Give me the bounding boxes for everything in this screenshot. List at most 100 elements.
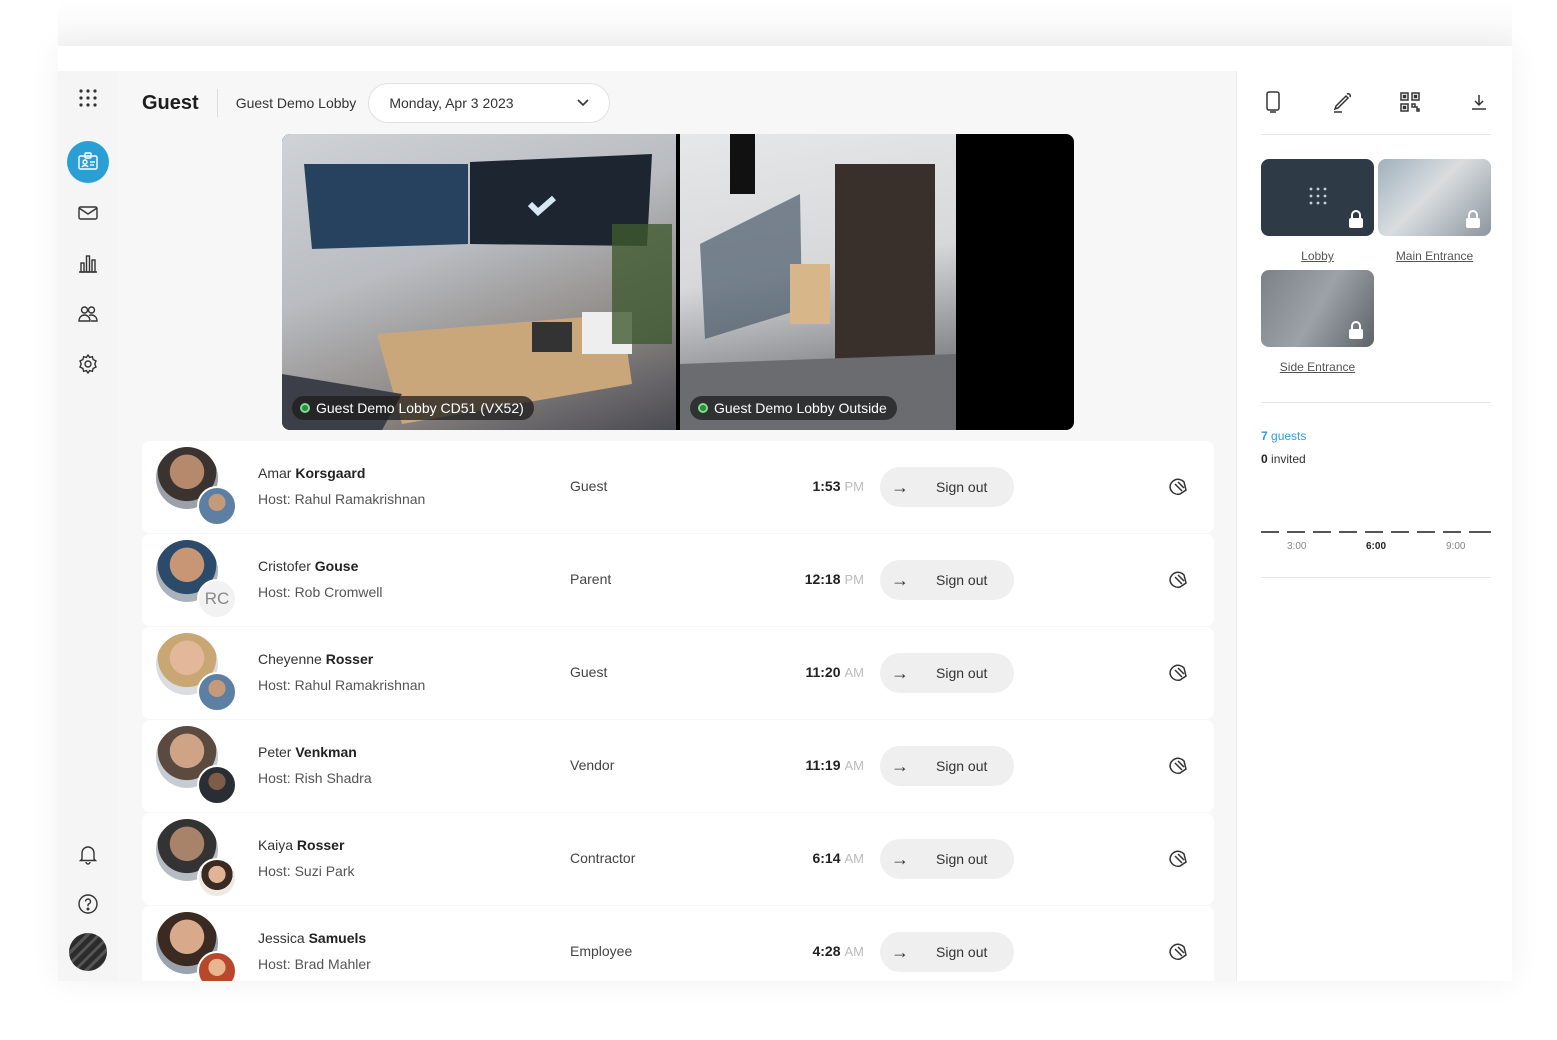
visitor-row[interactable]: Peter Venkman Host: Rish Shadra Vendor 1… <box>142 720 1214 812</box>
guests-count[interactable]: 7 guests <box>1261 429 1306 443</box>
badge-tag-icon[interactable] <box>1166 568 1190 592</box>
camera-feed-outside[interactable]: Guest Demo Lobby Outside <box>680 134 956 430</box>
visitor-row[interactable]: RC Cristofer Gouse Host: Rob Cromwell Pa… <box>142 534 1214 626</box>
visitor-host: Host: Brad Mahler <box>258 956 371 972</box>
visitor-name: Amar Korsgaard <box>258 465 366 481</box>
door-tile-lobby[interactable] <box>1261 159 1374 236</box>
camera-feed-lobby[interactable]: Guest Demo Lobby CD51 (VX52) <box>282 134 676 430</box>
timeline-tick: 6:00 <box>1366 541 1387 552</box>
timeline-tick: 9:00 <box>1446 541 1466 552</box>
sign-out-button[interactable]: → Sign out <box>880 653 1014 693</box>
guest-badge-icon[interactable] <box>67 141 109 183</box>
download-icon[interactable] <box>1467 90 1491 114</box>
arrow-right-icon: → <box>891 476 909 497</box>
badge-tag-icon[interactable] <box>1166 754 1190 778</box>
invited-count: 0 invited <box>1261 452 1306 466</box>
right-toolbar <box>1261 85 1491 119</box>
sign-out-button[interactable]: → Sign out <box>880 932 1014 972</box>
visitor-host: Host: Rahul Ramakrishnan <box>258 491 426 507</box>
lock-icon <box>1349 321 1363 339</box>
visitor-row[interactable]: Jessica Samuels Host: Brad Mahler Employ… <box>142 906 1214 981</box>
sidebar <box>58 71 118 981</box>
visitor-row[interactable]: Kaiya Rosser Host: Suzi Park Contractor … <box>142 813 1214 905</box>
badge-tag-icon[interactable] <box>1166 847 1190 871</box>
sign-out-button[interactable]: → Sign out <box>880 839 1014 879</box>
qr-code-icon[interactable] <box>1398 90 1422 114</box>
mail-icon[interactable] <box>67 192 109 234</box>
visitor-host: Host: Suzi Park <box>258 863 355 879</box>
lobby-name: Guest Demo Lobby <box>235 95 357 111</box>
host-avatar <box>197 951 237 981</box>
top-band <box>58 0 1512 46</box>
header-divider <box>216 89 218 117</box>
people-icon[interactable] <box>67 293 109 335</box>
door-label[interactable]: Side Entrance <box>1261 360 1374 374</box>
visitor-name: Peter Venkman <box>258 744 357 760</box>
host-avatar <box>197 486 237 526</box>
badge-tag-icon[interactable] <box>1166 475 1190 499</box>
sign-out-button[interactable]: → Sign out <box>880 746 1014 786</box>
notifications-bell-icon[interactable] <box>67 833 109 875</box>
divider <box>1261 402 1491 403</box>
host-avatar: RC <box>197 579 237 619</box>
visitor-name: Kaiya Rosser <box>258 837 345 853</box>
badge-tag-icon[interactable] <box>1166 940 1190 964</box>
pen-sign-icon[interactable] <box>1330 90 1354 114</box>
camera-label: Guest Demo Lobby Outside <box>690 396 897 420</box>
door-label[interactable]: Main Entrance <box>1378 249 1491 263</box>
visitor-time: 6:14 AM <box>812 850 864 866</box>
visitor-time: 12:18 PM <box>804 571 864 587</box>
analytics-icon[interactable] <box>67 242 109 284</box>
camera-status-dot <box>300 403 310 413</box>
visitor-name: Cheyenne Rosser <box>258 651 374 667</box>
camera-label: Guest Demo Lobby CD51 (VX52) <box>292 396 534 420</box>
arrow-right-icon: → <box>891 755 909 776</box>
visitor-type: Employee <box>570 943 633 959</box>
timeline-tick: 3:00 <box>1287 541 1307 552</box>
door-tile-main-entrance[interactable] <box>1378 159 1491 236</box>
user-avatar[interactable] <box>69 933 107 971</box>
camera-status-dot <box>698 403 708 413</box>
visitor-host: Host: Rish Shadra <box>258 770 372 786</box>
visitor-time: 11:19 AM <box>805 757 864 773</box>
arrow-right-icon: → <box>891 848 909 869</box>
visitor-host: Host: Rob Cromwell <box>258 584 383 600</box>
camera-panel: Guest Demo Lobby CD51 (VX52) Guest Demo … <box>282 134 1074 430</box>
visitor-row[interactable]: Cheyenne Rosser Host: Rahul Ramakrishnan… <box>142 627 1214 719</box>
visitor-time: 1:53 PM <box>812 478 864 494</box>
host-avatar <box>197 765 237 805</box>
camera-label-text: Guest Demo Lobby Outside <box>714 400 887 416</box>
help-icon[interactable] <box>67 883 109 925</box>
lock-icon <box>1349 210 1363 228</box>
visitor-time: 11:20 AM <box>805 664 864 680</box>
tablet-device-icon[interactable] <box>1261 90 1285 114</box>
visitor-type: Parent <box>570 571 612 587</box>
arrow-right-icon: → <box>891 662 909 683</box>
page-header: Guest Guest Demo Lobby Monday, Apr 3 202… <box>142 83 611 123</box>
visitor-list: Amar Korsgaard Host: Rahul Ramakrishnan … <box>142 441 1214 981</box>
visitor-row[interactable]: Amar Korsgaard Host: Rahul Ramakrishnan … <box>142 441 1214 533</box>
date-select[interactable]: Monday, Apr 3 2023 <box>368 83 611 123</box>
arrow-right-icon: → <box>891 569 909 590</box>
visitor-name: Cristofer Gouse <box>258 558 359 574</box>
camera-label-text: Guest Demo Lobby CD51 (VX52) <box>316 400 524 416</box>
date-value: Monday, Apr 3 2023 <box>389 95 514 111</box>
door-label[interactable]: Lobby <box>1261 249 1374 263</box>
arrow-right-icon: → <box>891 941 909 962</box>
app-window: Guest Guest Demo Lobby Monday, Apr 3 202… <box>58 46 1512 981</box>
timeline-chart <box>1261 531 1491 533</box>
visitor-type: Guest <box>570 664 608 680</box>
lock-icon <box>1466 210 1480 228</box>
settings-gear-icon[interactable] <box>67 343 109 385</box>
host-avatar <box>197 672 237 712</box>
page-title: Guest <box>142 91 199 114</box>
apps-grid-icon[interactable] <box>67 77 109 119</box>
visitor-type: Guest <box>570 478 608 494</box>
visitor-host: Host: Rahul Ramakrishnan <box>258 677 426 693</box>
sign-out-button[interactable]: → Sign out <box>880 560 1014 600</box>
badge-tag-icon[interactable] <box>1166 661 1190 685</box>
sign-out-button[interactable]: → Sign out <box>880 467 1014 507</box>
door-tile-side-entrance[interactable] <box>1261 270 1374 347</box>
chevron-down-icon <box>577 99 589 107</box>
visitor-time: 4:28 AM <box>812 943 864 959</box>
